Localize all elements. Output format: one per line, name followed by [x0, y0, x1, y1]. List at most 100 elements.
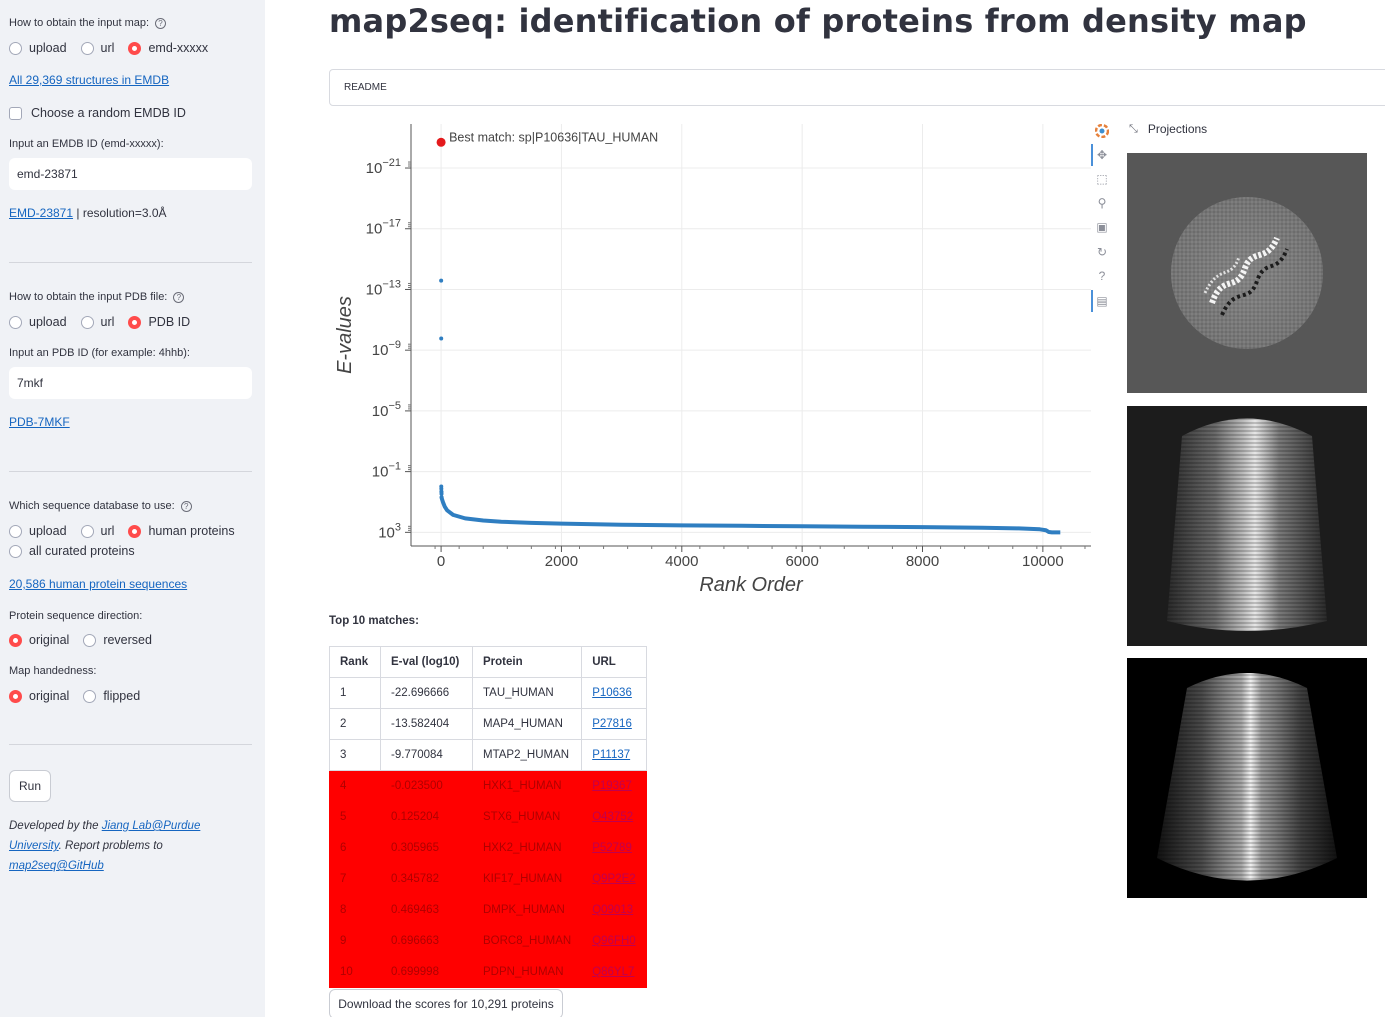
chart-axes [410, 124, 1091, 547]
y-tick-label: 10−9 [372, 339, 401, 359]
data-point [439, 491, 444, 496]
radio-pdb-url[interactable]: url [80, 315, 114, 329]
table-row: 3 -9.770084 MTAP2_HUMAN P11137 [329, 739, 647, 771]
projection-image-top [1127, 153, 1367, 393]
bokeh-logo-icon[interactable] [1094, 123, 1110, 139]
wheel-zoom-icon[interactable]: ⚲ [1095, 196, 1109, 210]
uniprot-link[interactable]: P52789 [592, 842, 632, 854]
cell-eval: -0.023500 [380, 770, 473, 802]
uniprot-link[interactable]: Q96FH0 [592, 935, 635, 947]
github-link[interactable]: map2seq@GitHub [9, 860, 104, 872]
uniprot-link[interactable]: P19367 [592, 780, 632, 792]
cell-protein: HXK2_HUMAN [471, 832, 583, 864]
radio-seq-url[interactable]: url [80, 524, 114, 538]
col-header-protein: Protein [471, 646, 583, 678]
seq-db-radio-group: upload url human proteins [9, 524, 249, 538]
cell-eval: -9.770084 [380, 739, 473, 771]
pdb-entry-link[interactable]: PDB-7MKF [9, 415, 70, 429]
cell-url: P19367 [581, 770, 647, 802]
cell-eval: -22.696666 [380, 677, 473, 709]
human-sequences-link[interactable]: 20,586 human protein sequences [9, 577, 187, 591]
download-scores-button[interactable]: Download the scores for 10,291 proteins [329, 989, 563, 1017]
series-line [439, 497, 1061, 535]
uniprot-link[interactable]: P10636 [592, 687, 632, 699]
radio-circle-icon [80, 315, 94, 329]
radio-circle-icon [9, 544, 22, 558]
box-zoom-icon[interactable]: ⬚ [1095, 172, 1109, 186]
evalue-chart[interactable]: 0 2000 4000 6000 8000 10000 10−21 10−17 10−13 10−… [329, 118, 1091, 603]
radio-pdb-id[interactable]: PDB ID [128, 315, 190, 329]
radio-circle-icon [9, 524, 22, 538]
radio-hand-flipped[interactable]: flipped [83, 689, 140, 703]
expand-icon[interactable]: ⤡ [1129, 123, 1138, 136]
emdb-id-input[interactable]: emd-23871 [9, 158, 252, 190]
direction-label: Protein sequence direction: [9, 610, 143, 622]
help-icon[interactable]: ? [1095, 269, 1109, 283]
help-icon[interactable]: ? [173, 291, 185, 303]
table-row: 6 0.305965 HXK2_HUMAN P52789 [329, 832, 647, 864]
help-icon[interactable]: ? [155, 17, 167, 29]
y-tick-label: 10−1 [372, 461, 401, 481]
uniprot-link[interactable]: Q09013 [592, 904, 633, 916]
seq-db-radio-group-row2: all curated proteins [9, 544, 149, 558]
table-row: 4 -0.023500 HXK1_HUMAN P19367 [329, 770, 647, 802]
help-icon[interactable]: ? [180, 500, 192, 512]
cell-eval: 0.696663 [380, 925, 473, 957]
save-icon[interactable]: ▣ [1095, 220, 1109, 234]
emd-entry-link[interactable]: EMD-23871 [9, 206, 73, 220]
x-tick-label: 2000 [545, 553, 578, 570]
reset-icon[interactable]: ↻ [1095, 245, 1109, 259]
table-body: 1 -22.696666 TAU_HUMAN P10636 2 -13.582404 MAP… [329, 677, 647, 988]
col-header-rank: Rank [329, 646, 381, 678]
cell-url: P27816 [581, 708, 647, 740]
pdb-id-input[interactable]: 7mkf [9, 367, 252, 399]
uniprot-link[interactable]: O43752 [592, 811, 633, 823]
col-header-eval: E-val (log10) [380, 646, 473, 678]
radio-pdb-upload[interactable]: upload [9, 315, 67, 329]
x-axis-label: Rank Order [699, 574, 804, 596]
y-tick-label: 10−21 [366, 157, 401, 177]
radio-selected-icon [9, 689, 22, 703]
tool-active-indicator [1091, 290, 1093, 312]
cell-rank: 10 [329, 956, 381, 988]
hover-icon[interactable]: ▤ [1095, 294, 1109, 308]
radio-seq-human[interactable]: human proteins [128, 524, 235, 538]
table-header-row: Rank E-val (log10) Protein URL [329, 646, 647, 678]
readme-expander[interactable]: README [329, 69, 1385, 106]
radio-seq-all-curated[interactable]: all curated proteins [9, 544, 135, 558]
run-button[interactable]: Run [9, 770, 51, 802]
data-point [439, 495, 444, 500]
table-row: 2 -13.582404 MAP4_HUMAN P27816 [329, 708, 647, 740]
projection-image-side [1127, 406, 1367, 646]
emdb-structures-link[interactable]: All 29,369 structures in EMDB [9, 73, 169, 87]
chart-series [436, 137, 1061, 535]
col-header-url: URL [581, 646, 647, 678]
table-row: 9 0.696663 BORC8_HUMAN Q96FH0 [329, 925, 647, 957]
uniprot-link[interactable]: P11137 [592, 749, 630, 761]
radio-direction-reversed[interactable]: reversed [83, 633, 152, 647]
chart-legend: Best match: sp|P10636|TAU_HUMAN [449, 130, 658, 144]
uniprot-link[interactable]: P27816 [592, 718, 632, 730]
radio-seq-upload[interactable]: upload [9, 524, 67, 538]
radio-map-url[interactable]: url [80, 41, 114, 55]
radio-selected-icon [9, 633, 22, 647]
radio-direction-original[interactable]: original [9, 633, 69, 647]
pan-icon[interactable]: ✥ [1095, 148, 1109, 162]
radio-map-emd[interactable]: emd-xxxxx [128, 41, 208, 55]
x-tick-label: 6000 [785, 553, 818, 570]
cell-eval: 0.469463 [380, 894, 473, 926]
map-source-label: How to obtain the input map: ? [9, 17, 167, 29]
radio-hand-original[interactable]: original [9, 689, 69, 703]
table-row: 7 0.345782 KIF17_HUMAN Q9P2E2 [329, 863, 647, 895]
uniprot-link[interactable]: Q86YL7 [592, 966, 634, 978]
random-emdb-checkbox[interactable]: Choose a random EMDB ID [9, 106, 186, 120]
cell-protein: MTAP2_HUMAN [471, 739, 583, 771]
table-row: 10 0.699998 PDPN_HUMAN Q86YL7 [329, 956, 647, 988]
cell-eval: 0.345782 [380, 863, 473, 895]
cell-url: Q09013 [581, 894, 647, 926]
radio-map-upload[interactable]: upload [9, 41, 67, 55]
matches-table: Rank E-val (log10) Protein URL 1 -22.6966… [329, 646, 647, 988]
uniprot-link[interactable]: Q9P2E2 [592, 873, 635, 885]
cell-url: P11137 [581, 739, 647, 771]
y-tick-label: 10−17 [366, 218, 401, 238]
